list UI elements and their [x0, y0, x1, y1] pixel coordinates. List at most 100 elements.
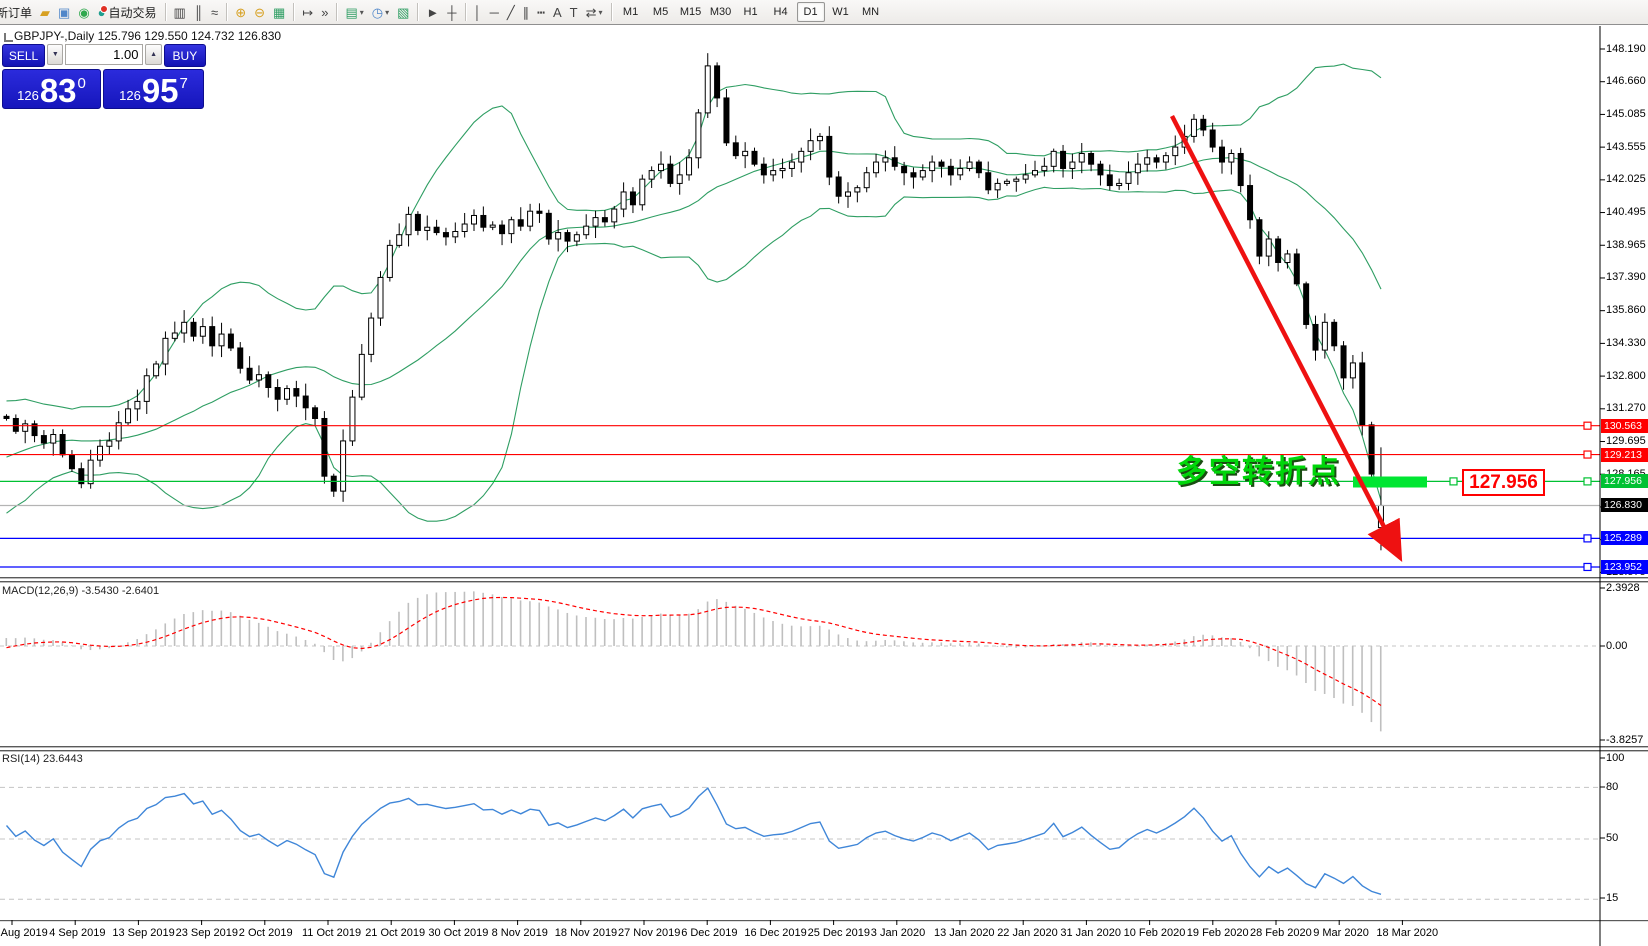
zoom-out-icon[interactable]: ⊖	[251, 2, 268, 22]
buy-price-quote[interactable]: 126957	[103, 69, 204, 109]
candle-up	[163, 338, 168, 364]
candle-down	[294, 389, 299, 396]
chart-canvas[interactable]	[0, 0, 1648, 946]
label-tool-icon[interactable]: T	[567, 2, 581, 22]
macd-histogram-bar	[1174, 642, 1176, 646]
panel-divider[interactable]	[0, 581, 1648, 582]
timeframe-button-w1[interactable]: W1	[827, 2, 855, 22]
sell-button[interactable]: SELL	[2, 44, 45, 67]
timeframe-button-m5[interactable]: M5	[647, 2, 675, 22]
candle-up	[1042, 166, 1047, 170]
timeframe-button-m30[interactable]: M30	[707, 2, 735, 22]
sell-price-sup: 0	[78, 75, 86, 92]
text-tool-icon[interactable]: A	[550, 2, 565, 22]
macd-histogram-bar	[1352, 646, 1354, 706]
sell-price-quote[interactable]: 126830	[2, 69, 101, 109]
timeframe-button-d1[interactable]: D1	[797, 2, 825, 22]
price-axis-label: 137.390	[1606, 271, 1646, 283]
macd-axis-label: 2.3928	[1606, 582, 1640, 594]
cursor-icon[interactable]: ►	[423, 2, 442, 22]
channel-tool-icon[interactable]: ∥	[520, 2, 533, 22]
crosshair-icon[interactable]: ┼	[444, 2, 459, 22]
macd-histogram-bar	[725, 602, 727, 646]
candle-down	[948, 166, 953, 175]
line-endpoint-marker[interactable]	[1450, 478, 1457, 485]
macd-histogram-bar	[585, 617, 587, 646]
vertical-line-tool-icon[interactable]: │	[471, 2, 485, 22]
line-endpoint-marker[interactable]	[1584, 478, 1591, 485]
new-chart-button[interactable]: ▤▾	[342, 2, 366, 22]
panel-divider[interactable]	[0, 746, 1648, 747]
macd-histogram-bar	[305, 640, 307, 646]
radar-icon[interactable]: ◉	[75, 2, 92, 22]
rsi-axis-label: 100	[1606, 752, 1624, 764]
price-level-badge: 125.289	[1601, 531, 1648, 545]
line-endpoint-marker[interactable]	[1584, 563, 1591, 570]
toolbar-separator	[293, 3, 294, 21]
macd-histogram-bar	[267, 627, 269, 646]
timeframe-button-m1[interactable]: M1	[617, 2, 645, 22]
macd-histogram-bar	[24, 638, 26, 646]
macd-histogram-bar	[370, 643, 372, 646]
date-label: 18 Mar 2020	[1376, 927, 1438, 939]
macd-histogram-bar	[1249, 646, 1251, 648]
candlestick-chart-icon[interactable]: ║	[191, 2, 206, 22]
terminal-icon[interactable]: ▣	[55, 2, 73, 22]
template-button[interactable]: ▧	[394, 2, 412, 22]
candle-up	[930, 162, 935, 171]
candle-down	[1201, 119, 1206, 130]
macd-histogram-bar	[567, 613, 569, 646]
candle-down	[733, 143, 738, 156]
panel-divider[interactable]	[0, 750, 1648, 751]
timeframe-button-h4[interactable]: H4	[767, 2, 795, 22]
candle-up	[677, 175, 682, 184]
macd-histogram-bar	[1202, 635, 1204, 646]
candle-up	[98, 446, 103, 460]
auto-scroll-icon[interactable]: ↦	[299, 2, 316, 22]
macd-histogram-bar	[136, 639, 138, 646]
price-tag-label[interactable]: 127.956	[1462, 469, 1545, 496]
timeframe-button-h1[interactable]: H1	[737, 2, 765, 22]
timeframe-button-m15[interactable]: M15	[677, 2, 705, 22]
macd-histogram-bar	[202, 610, 204, 646]
timeframe-button-mn[interactable]: MN	[857, 2, 885, 22]
macd-histogram-bar	[557, 609, 559, 646]
line-endpoint-marker[interactable]	[1584, 451, 1591, 458]
date-label: 11 Oct 2019	[302, 927, 361, 939]
chart-shift-icon[interactable]: »	[318, 2, 331, 22]
period-clock-button[interactable]: ◷▾	[369, 2, 392, 22]
price-panel[interactable]	[0, 53, 1600, 570]
date-label: 21 Oct 2019	[365, 927, 425, 939]
new-order-button[interactable]: 新订单	[0, 2, 35, 22]
volume-increase-button[interactable]: ▲	[145, 44, 161, 65]
macd-histogram-bar	[922, 643, 924, 646]
date-label: 23 Sep 2019	[176, 927, 238, 939]
auto-trading-button[interactable]: ● 自动交易	[95, 2, 160, 22]
volume-input[interactable]	[65, 44, 143, 65]
bollinger-upper-band	[7, 64, 1382, 409]
tile-windows-icon[interactable]: ▦	[270, 2, 288, 22]
horizontal-line-tool-icon[interactable]: ─	[487, 2, 502, 22]
bar-chart-icon[interactable]: ▥	[171, 2, 189, 22]
gold-bars-icon[interactable]: ▰	[37, 2, 53, 22]
arrows-tool-icon[interactable]: ⇄▾	[583, 2, 606, 22]
macd-panel[interactable]	[0, 591, 1600, 731]
macd-histogram-bar	[660, 614, 662, 646]
volume-decrease-button[interactable]: ▼	[47, 44, 63, 65]
annotation-text: 多空转折点	[1176, 446, 1341, 491]
trendline-tool-icon[interactable]: ╱	[504, 2, 518, 22]
line-chart-icon[interactable]: ≈	[208, 2, 221, 22]
candle-down	[1341, 346, 1346, 378]
line-endpoint-marker[interactable]	[1584, 535, 1591, 542]
candle-up	[378, 277, 383, 318]
candle-down	[266, 375, 271, 388]
panel-divider[interactable]	[0, 577, 1648, 578]
fibonacci-tool-icon[interactable]: ┅	[534, 2, 548, 22]
zoom-in-icon[interactable]: ⊕	[232, 2, 249, 22]
rsi-panel[interactable]	[0, 787, 1600, 899]
line-endpoint-marker[interactable]	[1584, 422, 1591, 429]
candle-up	[1322, 322, 1327, 350]
macd-histogram-bar	[1090, 642, 1092, 646]
macd-histogram-bar	[997, 646, 999, 647]
buy-button[interactable]: BUY	[164, 44, 206, 67]
